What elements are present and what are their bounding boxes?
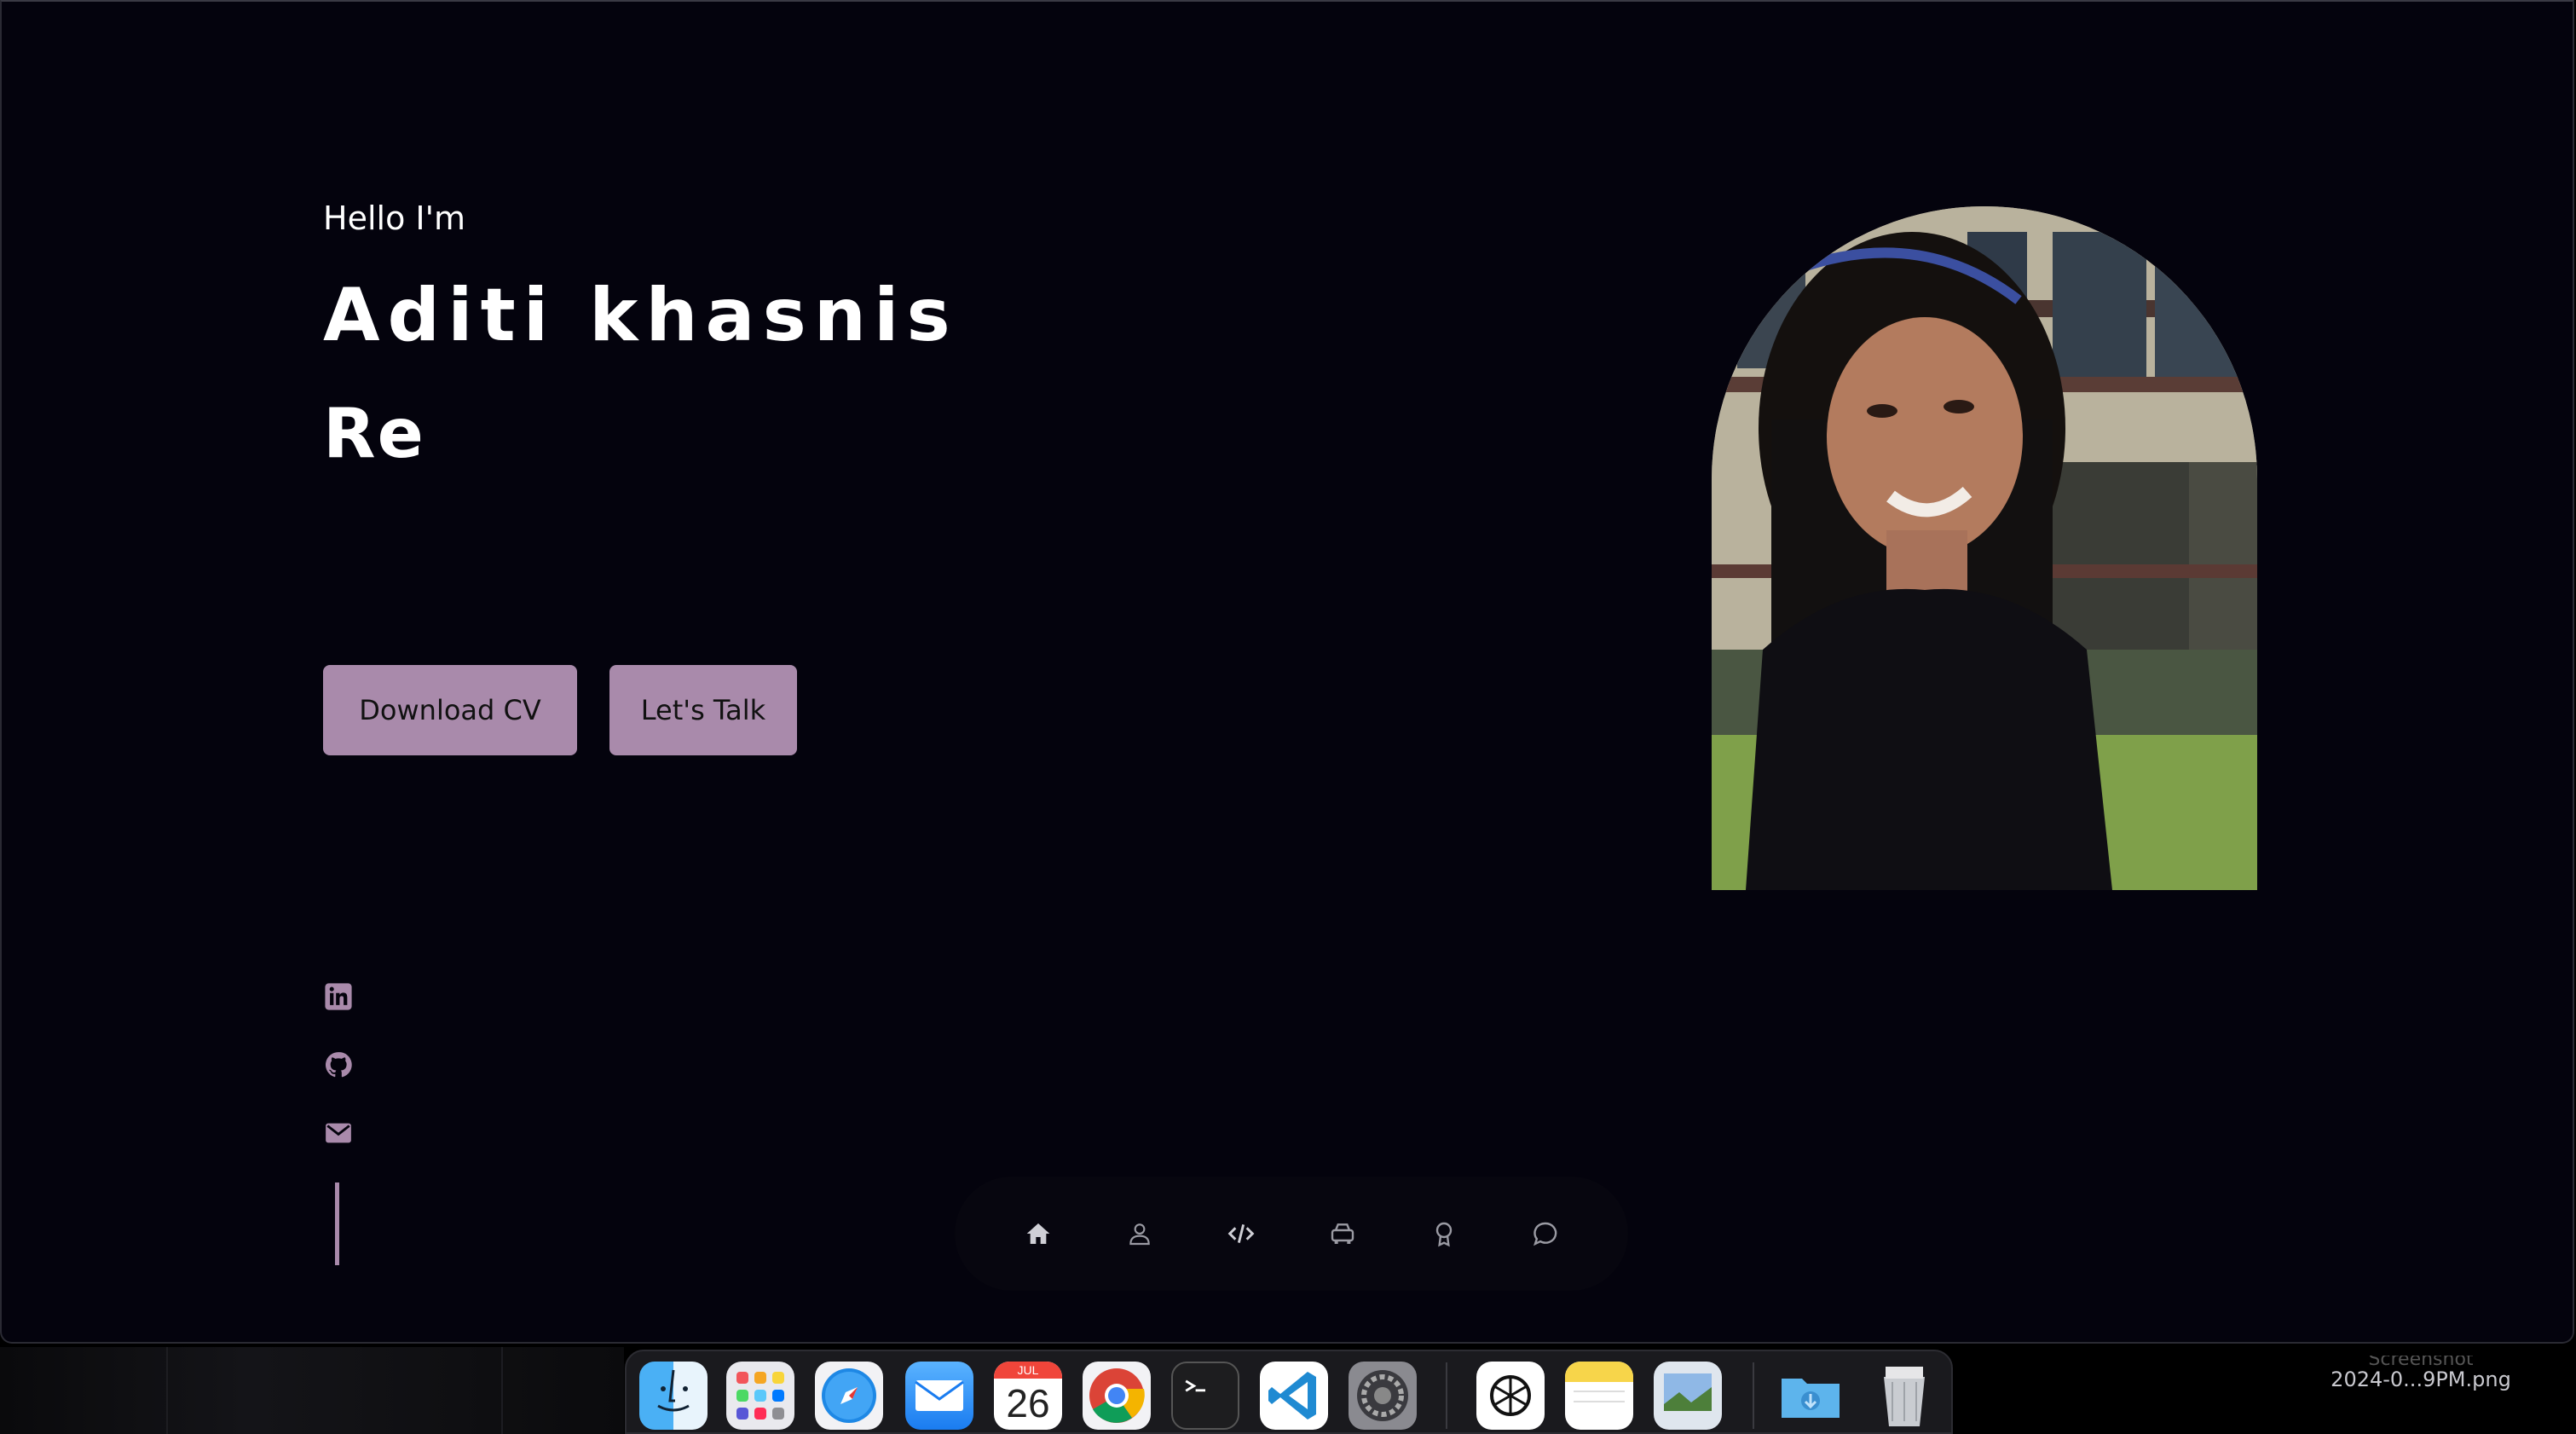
nav-home[interactable]	[987, 1208, 1089, 1259]
nav-contact[interactable]	[1494, 1208, 1596, 1259]
wallpaper-divider	[166, 1347, 168, 1434]
desktop-file-name: 2024-0...9PM.png	[2331, 1368, 2511, 1391]
desktop-file-label-top: Screenshot	[2368, 1356, 2474, 1368]
desktop-wallpaper	[0, 1347, 624, 1434]
github-icon[interactable]	[324, 1050, 353, 1079]
lets-talk-button[interactable]: Let's Talk	[609, 665, 797, 755]
system-settings-icon[interactable]	[1349, 1362, 1417, 1430]
finder-icon[interactable]	[639, 1362, 708, 1430]
launchpad-icon[interactable]	[726, 1362, 794, 1430]
trash-icon[interactable]	[1870, 1362, 1938, 1430]
typed-role-text: Re	[323, 394, 425, 473]
dock-separator	[1753, 1362, 1754, 1429]
vscode-icon[interactable]	[1260, 1362, 1328, 1430]
bottom-nav-bar	[955, 1177, 1628, 1291]
wallpaper-divider	[501, 1347, 503, 1434]
briefcase-icon	[1331, 1223, 1354, 1244]
notes-icon[interactable]	[1565, 1362, 1633, 1430]
home-icon	[1026, 1223, 1049, 1244]
nav-about[interactable]	[1089, 1208, 1190, 1259]
social-divider-line	[335, 1182, 339, 1265]
greeting-text: Hello I'm	[323, 199, 466, 237]
chatgpt-icon[interactable]	[1476, 1362, 1545, 1430]
mail-icon[interactable]	[324, 1119, 353, 1148]
profile-photo	[1712, 206, 2257, 890]
browser-window: Hello I'm Aditi khasnis Re Download CV L…	[0, 0, 2574, 1344]
calendar-icon[interactable]: JUL 26	[994, 1362, 1062, 1430]
safari-icon[interactable]	[815, 1362, 883, 1430]
mail-app-icon[interactable]	[905, 1362, 973, 1430]
award-icon	[1435, 1222, 1452, 1247]
download-cv-button[interactable]: Download CV	[323, 665, 577, 755]
downloads-folder-icon[interactable]	[1776, 1362, 1845, 1430]
chrome-icon[interactable]	[1083, 1362, 1151, 1430]
preview-icon[interactable]	[1654, 1362, 1722, 1430]
linkedin-icon[interactable]	[324, 982, 353, 1011]
message-icon	[1533, 1222, 1557, 1246]
nav-achievements[interactable]	[1393, 1208, 1494, 1259]
hero-name: Aditi khasnis	[323, 273, 958, 358]
code-icon	[1227, 1223, 1254, 1244]
calendar-day: 26	[1006, 1381, 1050, 1425]
calendar-month: JUL	[994, 1362, 1062, 1379]
user-icon	[1129, 1223, 1150, 1246]
desktop-file-label[interactable]: Screenshot 2024-0...9PM.png	[2319, 1356, 2523, 1391]
nav-experience[interactable]	[1291, 1208, 1393, 1259]
terminal-icon[interactable]	[1171, 1362, 1239, 1430]
nav-code[interactable]	[1190, 1208, 1291, 1259]
dock-separator	[1446, 1362, 1447, 1429]
